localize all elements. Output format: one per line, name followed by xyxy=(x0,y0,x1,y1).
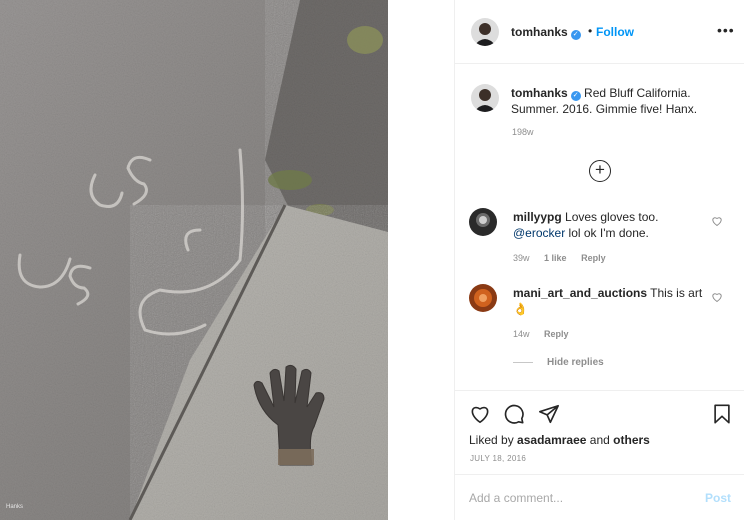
liked-by-others[interactable]: others xyxy=(613,433,650,447)
bookmark-icon[interactable] xyxy=(711,403,733,425)
more-horizontal-icon[interactable]: ••• xyxy=(717,22,735,38)
glove-photo xyxy=(0,0,388,520)
header-username[interactable]: tomhanks ✓ xyxy=(511,25,581,40)
post-button[interactable]: Post xyxy=(705,491,731,505)
comment-body-cont: lol ok I'm done. xyxy=(568,226,649,240)
heart-icon[interactable] xyxy=(469,403,491,425)
comment-username[interactable]: mani_art_and_auctions xyxy=(513,286,647,300)
reply-button[interactable]: Reply xyxy=(544,329,569,339)
comment-avatar[interactable] xyxy=(469,284,497,312)
comment-icon[interactable] xyxy=(503,403,525,425)
liked-by-user[interactable]: asadamraee xyxy=(517,433,586,447)
verified-badge-icon: ✓ xyxy=(570,91,581,101)
likes-summary: Liked by asadamraee and others xyxy=(469,433,650,447)
caption-username[interactable]: tomhanks xyxy=(511,86,568,100)
separator-dot: • xyxy=(588,24,593,38)
follow-button[interactable]: Follow xyxy=(596,25,634,39)
photo-watermark: Hanks xyxy=(6,504,24,510)
comment-like-heart-icon[interactable] xyxy=(711,291,723,303)
comment-likes[interactable]: 1 like xyxy=(544,253,567,263)
comment-mention[interactable]: @erocker xyxy=(513,226,565,240)
verified-badge-icon: ✓ xyxy=(570,30,581,40)
comment-bar: Post xyxy=(455,474,744,520)
caption-avatar[interactable] xyxy=(471,84,499,112)
caption-timestamp[interactable]: 198w xyxy=(512,127,534,137)
comment-time[interactable]: 14w xyxy=(513,329,530,339)
comment-username[interactable]: millyypg xyxy=(513,210,562,224)
post-sidebar: tomhanks ✓ • Follow ••• tomhanks ✓ Red Blu… xyxy=(454,0,744,520)
comment-text: mani_art_and_auctions This is art👌 xyxy=(513,285,709,317)
hide-replies-button[interactable]: Hide replies xyxy=(513,357,604,368)
liked-by-label: Liked by xyxy=(469,433,514,447)
post-photo[interactable]: Hanks xyxy=(0,0,388,520)
comment-body: Loves gloves too. xyxy=(565,210,659,224)
comment-avatar[interactable] xyxy=(469,208,497,236)
hide-replies-label: Hide replies xyxy=(547,357,604,368)
post-date[interactable]: JULY 18, 2016 xyxy=(470,454,526,463)
comment-meta: 39w 1 like Reply xyxy=(513,253,618,263)
plus-circle-icon[interactable]: + xyxy=(589,160,611,182)
post-header: tomhanks ✓ • Follow ••• xyxy=(455,0,744,64)
reply-button[interactable]: Reply xyxy=(581,253,606,263)
caption-text: tomhanks ✓ Red Bluff California. Summer. … xyxy=(511,85,731,117)
comment-meta: 14w Reply xyxy=(513,329,581,339)
hide-replies-line xyxy=(513,361,533,363)
liked-by-and: and xyxy=(589,433,610,447)
comment-time[interactable]: 39w xyxy=(513,253,530,263)
paper-plane-icon[interactable] xyxy=(538,403,560,425)
comment-text: millyypg Loves gloves too. @erocker lol … xyxy=(513,209,709,241)
comment-input[interactable] xyxy=(469,489,689,507)
avatar[interactable] xyxy=(471,18,499,46)
comment-like-heart-icon[interactable] xyxy=(711,215,723,227)
post-actions: Liked by asadamraee and others JULY 18, … xyxy=(455,390,744,474)
